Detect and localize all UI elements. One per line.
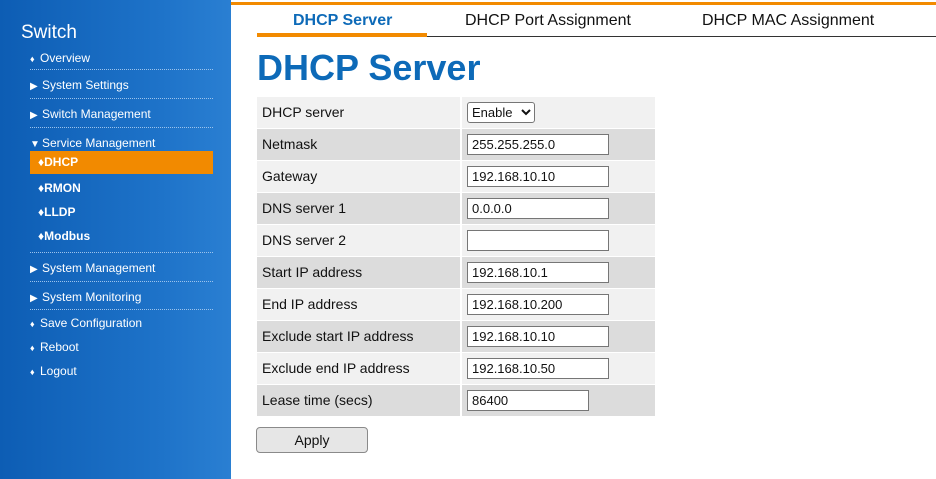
sidebar-subitem-modbus[interactable]: ♦Modbus [38,229,213,243]
field-cell [462,385,655,416]
sidebar-item-system-monitoring[interactable]: ▶ System Monitoring [30,290,213,304]
dhcp-server-select[interactable]: Enable [467,102,535,123]
diamond-icon: ♦ [30,319,35,329]
form-row-dns1: DNS server 1 [257,193,655,225]
field-cell [462,289,655,320]
sidebar-item-label: Overview [40,51,91,65]
field-label: DHCP server [257,97,460,128]
divider [30,98,213,99]
field-cell [462,321,655,352]
form-row-exclude-start: Exclude start IP address [257,321,655,353]
tab-dhcp-mac-assignment[interactable]: DHCP MAC Assignment [702,12,874,30]
field-label: Start IP address [257,257,460,288]
sidebar-subitem-lldp[interactable]: ♦LLDP [38,205,213,219]
form-row-gateway: Gateway [257,161,655,193]
exclude-start-ip-input[interactable] [467,326,609,347]
active-tab-indicator [257,33,427,37]
form-row-exclude-end: Exclude end IP address [257,353,655,385]
sidebar-item-reboot[interactable]: ♦ Reboot [30,340,213,354]
sidebar-item-save-configuration[interactable]: ♦ Save Configuration [30,316,213,330]
field-label: Netmask [257,129,460,160]
sidebar: Switch ♦ Overview ▶ System Settings ▶ Switc… [0,0,231,479]
sidebar-item-label: System Settings [42,78,129,92]
caret-right-icon: ▶ [30,293,38,304]
netmask-input[interactable] [467,134,609,155]
dns-server-2-input[interactable] [467,230,609,251]
form-row-lease-time: Lease time (secs) [257,385,655,417]
sidebar-item-label: RMON [44,181,81,195]
form-row-end-ip: End IP address [257,289,655,321]
caret-right-icon: ▶ [30,81,38,92]
sidebar-item-system-settings[interactable]: ▶ System Settings [30,78,213,92]
sidebar-item-label: LLDP [44,205,76,219]
field-cell [462,225,655,256]
top-accent-line [231,2,936,5]
tab-dhcp-server[interactable]: DHCP Server [293,12,392,30]
sidebar-item-switch-management[interactable]: ▶ Switch Management [30,107,213,121]
form-row-dns2: DNS server 2 [257,225,655,257]
divider [30,252,213,253]
sidebar-item-label: Service Management [42,136,156,150]
form-row-dhcp-server: DHCP server Enable [257,97,655,129]
field-label: Exclude end IP address [257,353,460,384]
field-cell [462,161,655,192]
sidebar-item-logout[interactable]: ♦ Logout [30,364,213,378]
sidebar-item-label: System Management [42,261,156,275]
divider [30,69,213,70]
page-title: DHCP Server [257,47,481,88]
tab-bar-divider [427,36,936,37]
field-cell [462,193,655,224]
exclude-end-ip-input[interactable] [467,358,609,379]
apply-button[interactable]: Apply [256,427,368,453]
field-label: Lease time (secs) [257,385,460,416]
lease-time-input[interactable] [467,390,589,411]
divider [30,309,213,310]
field-label: Exclude start IP address [257,321,460,352]
field-cell: Enable [462,97,655,128]
divider [30,127,213,128]
diamond-icon: ♦ [30,343,35,353]
field-label: DNS server 1 [257,193,460,224]
field-label: End IP address [257,289,460,320]
sidebar-item-label: Switch Management [42,107,151,121]
sidebar-subitem-dhcp[interactable]: ♦DHCP [30,151,213,174]
sidebar-item-label: DHCP [44,155,79,169]
start-ip-input[interactable] [467,262,609,283]
sidebar-item-label: Modbus [44,229,91,243]
form-row-start-ip: Start IP address [257,257,655,289]
field-cell [462,129,655,160]
field-cell [462,257,655,288]
field-label: DNS server 2 [257,225,460,256]
diamond-icon: ♦ [30,54,35,64]
sidebar-subitem-rmon[interactable]: ♦RMON [38,181,213,195]
tab-dhcp-port-assignment[interactable]: DHCP Port Assignment [465,12,631,30]
sidebar-item-label: Reboot [40,340,79,354]
sidebar-item-label: Logout [40,364,77,378]
caret-right-icon: ▶ [30,264,38,275]
dns-server-1-input[interactable] [467,198,609,219]
divider [30,281,213,282]
end-ip-input[interactable] [467,294,609,315]
caret-right-icon: ▶ [30,110,38,121]
form-row-netmask: Netmask [257,129,655,161]
sidebar-item-label: System Monitoring [42,290,142,304]
diamond-icon: ♦ [30,367,35,377]
brand-title: Switch [21,22,77,43]
sidebar-item-overview[interactable]: ♦ Overview [30,51,213,65]
field-label: Gateway [257,161,460,192]
gateway-input[interactable] [467,166,609,187]
sidebar-item-system-management[interactable]: ▶ System Management [30,261,213,275]
field-cell [462,353,655,384]
sidebar-item-service-management[interactable]: ▼ Service Management [30,136,213,150]
caret-down-icon: ▼ [30,139,40,150]
sidebar-item-label: Save Configuration [40,316,143,330]
